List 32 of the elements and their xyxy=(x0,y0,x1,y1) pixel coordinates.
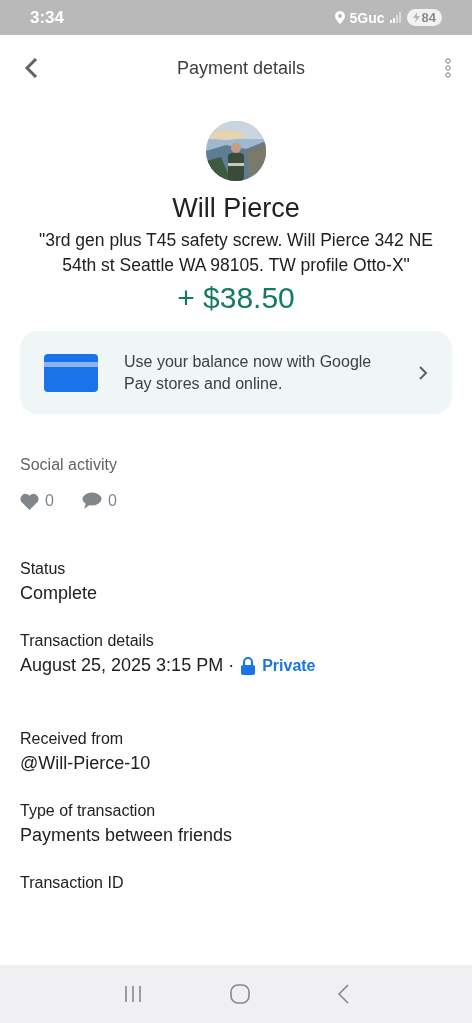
field-label: Transaction ID xyxy=(20,874,125,893)
comment-button[interactable]: 0 xyxy=(81,492,117,511)
field-value: Complete xyxy=(20,583,99,605)
back-icon[interactable] xyxy=(336,984,349,1004)
recent-apps-icon[interactable] xyxy=(123,985,144,1003)
battery-level: 84 xyxy=(421,10,436,25)
field-label: Transaction details xyxy=(20,632,155,651)
home-icon[interactable] xyxy=(230,984,250,1004)
promo-text: Use your balance now with Google Pay stores and online. xyxy=(124,352,373,394)
more-options-icon[interactable] xyxy=(444,57,452,79)
charging-icon xyxy=(412,12,420,23)
card-icon xyxy=(44,353,98,392)
section-title: Social activity xyxy=(20,456,118,475)
field-value: @Will-Pierce-10 xyxy=(20,753,152,775)
page-title: Payment details xyxy=(176,57,306,79)
privacy-link[interactable]: Private xyxy=(262,656,316,675)
field-label: Status xyxy=(20,560,67,579)
signal-icon xyxy=(389,12,402,23)
back-icon[interactable] xyxy=(24,57,38,79)
clock: 3:34 xyxy=(30,7,65,28)
payment-amount: + $38.50 xyxy=(177,281,295,315)
field-value: Payments between friends xyxy=(20,825,234,847)
network-type: 5Guc xyxy=(349,9,385,26)
payment-note: "3rd gen plus T45 safety screw. Will Pierce 342 NE 54th st Seattle WA 98105. TW profile Otto-X" xyxy=(38,229,434,277)
sender-name: Will Pierce xyxy=(172,193,300,224)
chevron-right-icon xyxy=(418,364,428,381)
field-value: August 25, 2025 3:15 PM · xyxy=(20,655,235,677)
promo-card[interactable]: Use your balance now with Google Pay stores and online. xyxy=(20,331,452,415)
field-label: Received from xyxy=(20,730,125,749)
field-label: Type of transaction xyxy=(20,802,157,821)
location-icon xyxy=(334,11,345,24)
lock-icon xyxy=(241,656,256,675)
